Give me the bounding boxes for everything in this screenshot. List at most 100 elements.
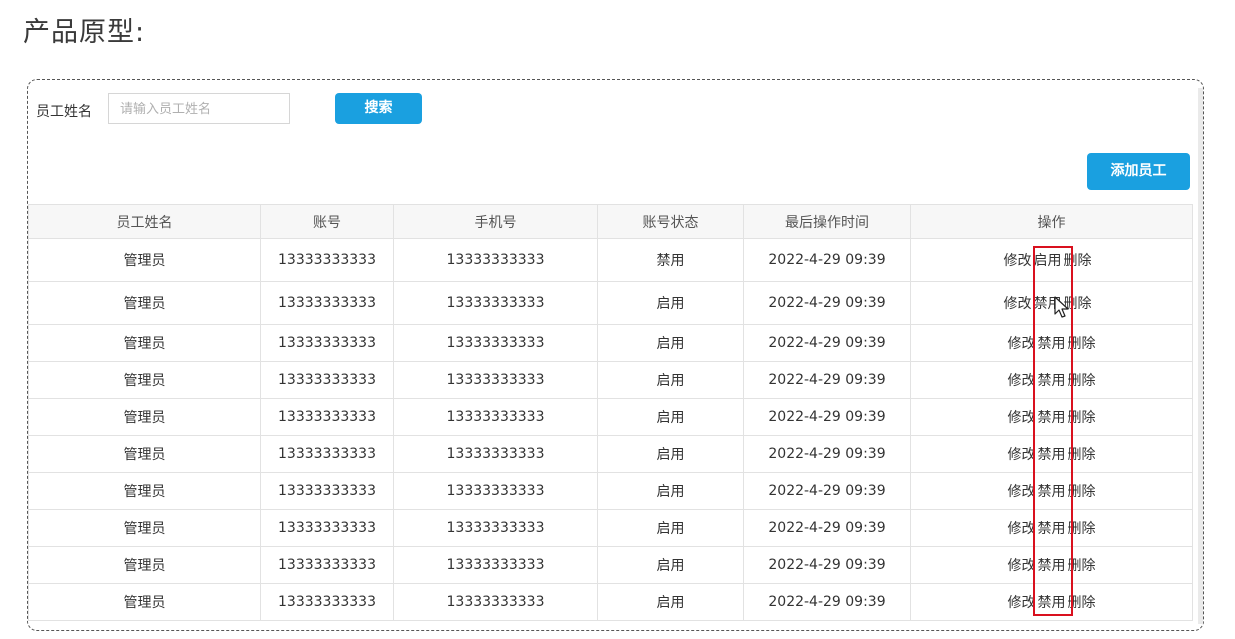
edit-link[interactable]: 修改 (1007, 595, 1037, 611)
cell-name: 管理员 (28, 509, 261, 547)
delete-link[interactable]: 删除 (1067, 447, 1097, 463)
cell-actions: 修改 禁用 删除 (910, 472, 1193, 510)
column-header-actions: 操作 (910, 204, 1193, 239)
cell-status: 启用 (597, 361, 744, 399)
cell-name: 管理员 (28, 398, 261, 436)
cell-status: 启用 (597, 546, 744, 584)
delete-link[interactable]: 删除 (1067, 336, 1097, 352)
cell-status: 启用 (597, 509, 744, 547)
cell-actions: 修改 禁用 删除 (910, 435, 1193, 473)
edit-link[interactable]: 修改 (1003, 296, 1033, 312)
cell-phone: 13333333333 (393, 281, 598, 325)
search-label: 员工姓名 (36, 104, 92, 120)
table-row: 管理员 13333333333 13333333333 启用 2022-4-29… (28, 472, 1193, 510)
cell-name: 管理员 (28, 238, 261, 282)
edit-link[interactable]: 修改 (1007, 484, 1037, 500)
column-header-status: 账号状态 (597, 204, 744, 239)
cell-phone: 13333333333 (393, 435, 598, 473)
cell-name: 管理员 (28, 435, 261, 473)
cell-name: 管理员 (28, 546, 261, 584)
cell-name: 管理员 (28, 281, 261, 325)
cell-last-time: 2022-4-29 09:39 (743, 472, 911, 510)
edit-link[interactable]: 修改 (1007, 558, 1037, 574)
table-row: 管理员 13333333333 13333333333 启用 2022-4-29… (28, 324, 1193, 362)
delete-link[interactable]: 删除 (1067, 484, 1097, 500)
table-row: 管理员 13333333333 13333333333 禁用 2022-4-29… (28, 238, 1193, 282)
cell-phone: 13333333333 (393, 546, 598, 584)
table-row: 管理员 13333333333 13333333333 启用 2022-4-29… (28, 361, 1193, 399)
cell-phone: 13333333333 (393, 238, 598, 282)
search-button[interactable]: 搜索 (335, 93, 422, 124)
cell-actions: 修改 启用 删除 (910, 238, 1193, 282)
cell-phone: 13333333333 (393, 509, 598, 547)
cell-last-time: 2022-4-29 09:39 (743, 398, 911, 436)
add-employee-button[interactable]: 添加员工 (1087, 153, 1190, 190)
cell-phone: 13333333333 (393, 472, 598, 510)
cell-account: 13333333333 (260, 509, 394, 547)
cell-status: 禁用 (597, 238, 744, 282)
toggle-status-link[interactable]: 禁用 (1037, 447, 1067, 463)
table-row: 管理员 13333333333 13333333333 启用 2022-4-29… (28, 398, 1193, 436)
edit-link[interactable]: 修改 (1007, 336, 1037, 352)
toggle-status-link[interactable]: 禁用 (1037, 521, 1067, 537)
column-header-last-time: 最后操作时间 (743, 204, 911, 239)
cell-account: 13333333333 (260, 546, 394, 584)
table-row: 管理员 13333333333 13333333333 启用 2022-4-29… (28, 509, 1193, 547)
toggle-status-link[interactable]: 禁用 (1037, 484, 1067, 500)
delete-link[interactable]: 删除 (1063, 253, 1093, 269)
table-row: 管理员 13333333333 13333333333 启用 2022-4-29… (28, 546, 1193, 584)
mouse-pointer-icon (1054, 296, 1069, 318)
search-input[interactable] (108, 93, 290, 124)
table-header-row: 员工姓名 账号 手机号 账号状态 最后操作时间 操作 (28, 204, 1193, 239)
cell-actions: 修改 禁用 删除 (910, 509, 1193, 547)
cell-phone: 13333333333 (393, 583, 598, 621)
cell-last-time: 2022-4-29 09:39 (743, 546, 911, 584)
employee-table: 员工姓名 账号 手机号 账号状态 最后操作时间 操作 管理员 133333333… (28, 204, 1193, 621)
delete-link[interactable]: 删除 (1067, 558, 1097, 574)
toggle-status-link[interactable]: 禁用 (1037, 373, 1067, 389)
cell-last-time: 2022-4-29 09:39 (743, 238, 911, 282)
cell-account: 13333333333 (260, 435, 394, 473)
scrollbar[interactable] (1198, 88, 1203, 624)
column-header-account: 账号 (260, 204, 394, 239)
cell-status: 启用 (597, 472, 744, 510)
page-title: 产品原型: (23, 17, 146, 48)
column-header-phone: 手机号 (393, 204, 598, 239)
edit-link[interactable]: 修改 (1007, 373, 1037, 389)
delete-link[interactable]: 删除 (1067, 521, 1097, 537)
cell-account: 13333333333 (260, 324, 394, 362)
toggle-status-link[interactable]: 禁用 (1037, 595, 1067, 611)
toggle-status-link[interactable]: 启用 (1033, 253, 1063, 269)
cell-name: 管理员 (28, 583, 261, 621)
cell-status: 启用 (597, 435, 744, 473)
cell-account: 13333333333 (260, 398, 394, 436)
toggle-status-link[interactable]: 禁用 (1037, 336, 1067, 352)
cell-actions: 修改 禁用 删除 (910, 546, 1193, 584)
cell-last-time: 2022-4-29 09:39 (743, 583, 911, 621)
table-row: 管理员 13333333333 13333333333 启用 2022-4-29… (28, 281, 1193, 325)
cell-last-time: 2022-4-29 09:39 (743, 361, 911, 399)
cell-phone: 13333333333 (393, 398, 598, 436)
cell-last-time: 2022-4-29 09:39 (743, 435, 911, 473)
cell-status: 启用 (597, 281, 744, 325)
toggle-status-link[interactable]: 禁用 (1037, 410, 1067, 426)
cell-name: 管理员 (28, 361, 261, 399)
edit-link[interactable]: 修改 (1007, 521, 1037, 537)
cell-last-time: 2022-4-29 09:39 (743, 509, 911, 547)
delete-link[interactable]: 删除 (1067, 595, 1097, 611)
cell-actions: 修改 禁用 删除 (910, 583, 1193, 621)
cell-account: 13333333333 (260, 583, 394, 621)
cell-status: 启用 (597, 398, 744, 436)
delete-link[interactable]: 删除 (1067, 373, 1097, 389)
delete-link[interactable]: 删除 (1067, 410, 1097, 426)
edit-link[interactable]: 修改 (1003, 253, 1033, 269)
edit-link[interactable]: 修改 (1007, 447, 1037, 463)
table-row: 管理员 13333333333 13333333333 启用 2022-4-29… (28, 435, 1193, 473)
toggle-status-link[interactable]: 禁用 (1037, 558, 1067, 574)
cell-actions: 修改 禁用 删除 (910, 324, 1193, 362)
cell-name: 管理员 (28, 472, 261, 510)
cell-actions: 修改 禁用 删除 (910, 361, 1193, 399)
table-row: 管理员 13333333333 13333333333 启用 2022-4-29… (28, 583, 1193, 621)
edit-link[interactable]: 修改 (1007, 410, 1037, 426)
column-header-name: 员工姓名 (28, 204, 261, 239)
